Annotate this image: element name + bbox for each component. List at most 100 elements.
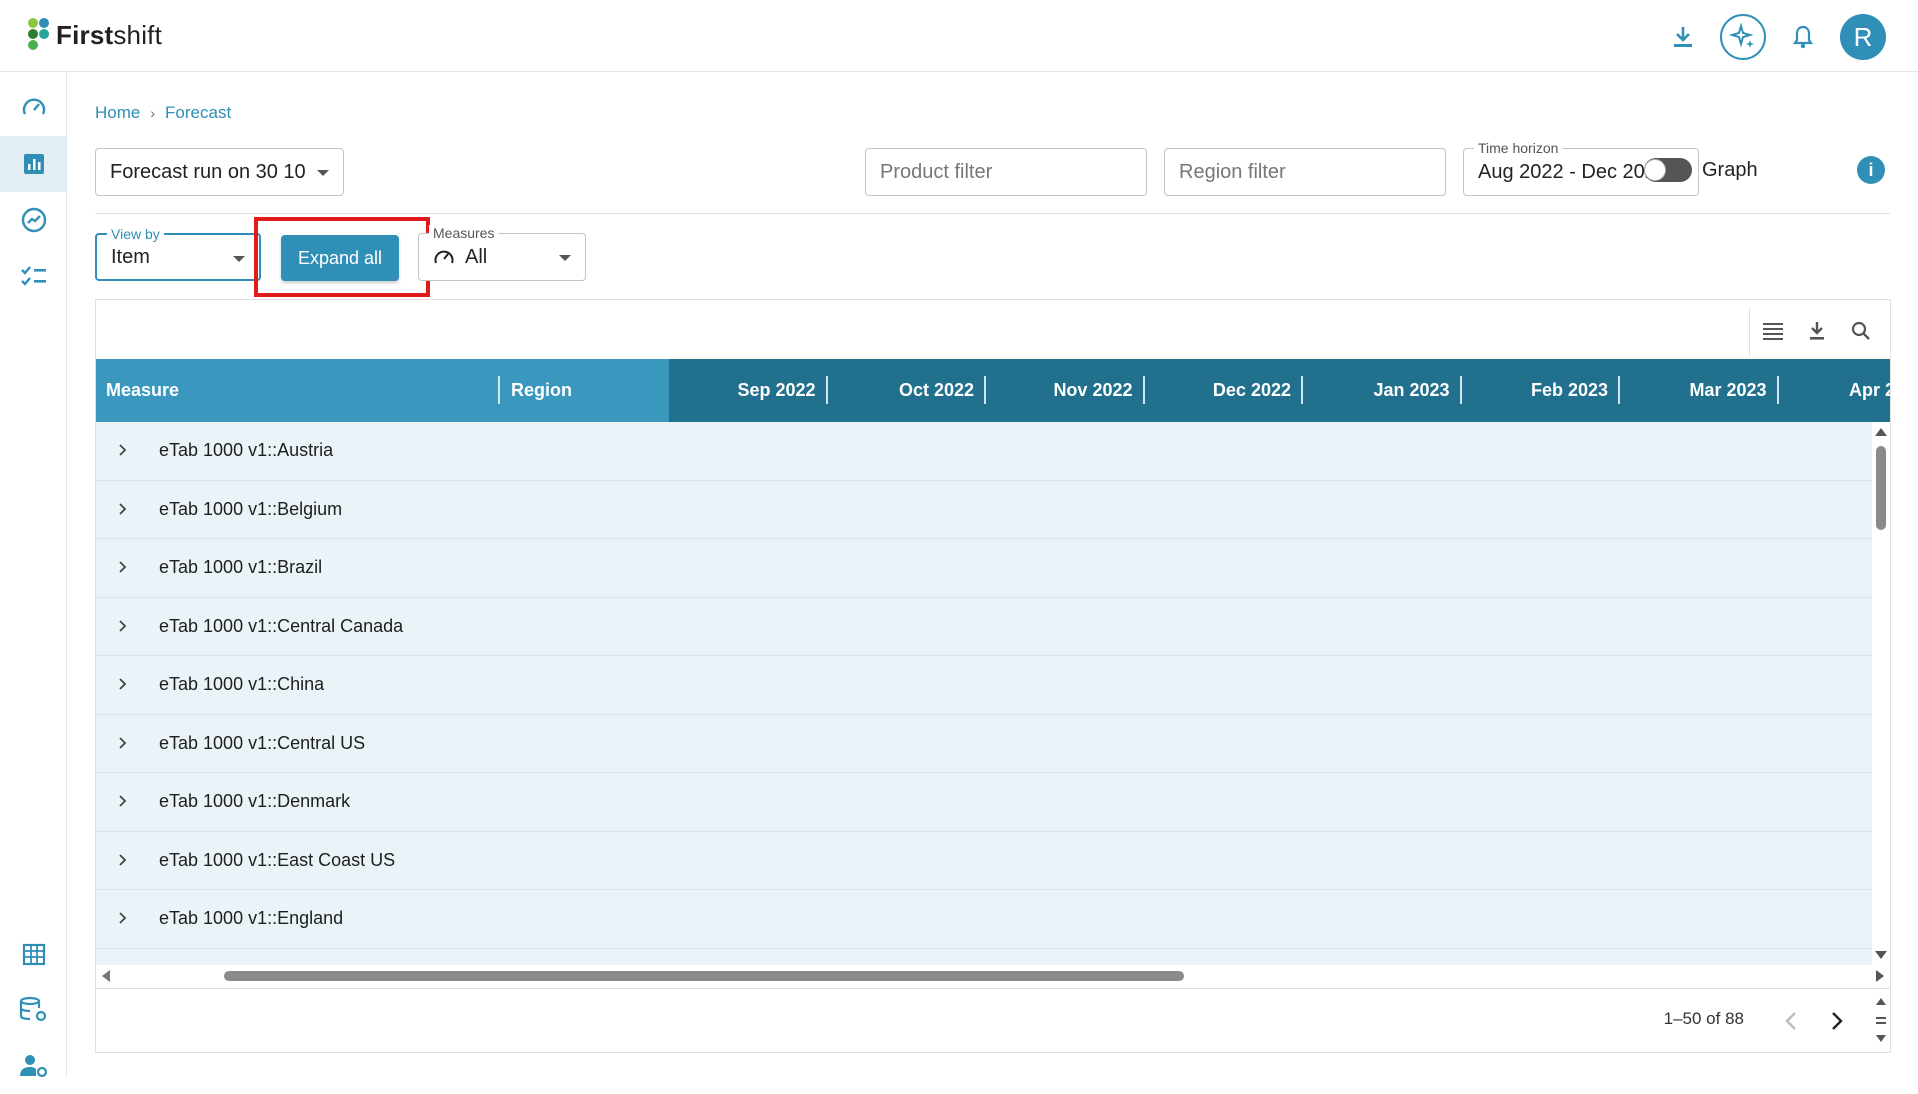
info-icon[interactable]: i bbox=[1857, 156, 1885, 184]
table-row[interactable]: eTab 1000 v1::England bbox=[96, 890, 1872, 949]
column-header-month[interactable]: Sep 2022 bbox=[681, 359, 815, 422]
column-divider bbox=[984, 376, 986, 404]
breadcrumb-home[interactable]: Home bbox=[95, 103, 140, 123]
ai-sparkle-icon[interactable] bbox=[1720, 14, 1766, 60]
table-row[interactable]: eTab 1000 v1::Belgium bbox=[96, 480, 1872, 539]
table-row[interactable]: eTab 1000 v1::Brazil bbox=[96, 539, 1872, 598]
speedometer-icon bbox=[22, 98, 45, 115]
column-divider bbox=[1301, 376, 1303, 404]
row-label: eTab 1000 v1::Belgium bbox=[159, 498, 343, 519]
column-header-measure[interactable]: Measure bbox=[106, 359, 179, 422]
vertical-scrollbar[interactable] bbox=[1872, 422, 1890, 965]
view-by-select[interactable]: View by Item bbox=[95, 226, 261, 281]
columns-menu-icon[interactable] bbox=[1758, 316, 1788, 346]
view-by-value: Item bbox=[111, 245, 150, 268]
chevron-right-icon[interactable] bbox=[118, 853, 128, 867]
pagination-range: 1–50 of 88 bbox=[1663, 1009, 1744, 1028]
graph-toggle[interactable]: Graph bbox=[1644, 158, 1758, 182]
row-label: eTab 1000 v1::Central Canada bbox=[159, 615, 404, 636]
sidebar-item-data-settings[interactable] bbox=[0, 982, 67, 1038]
row-label: eTab 1000 v1::Denmark bbox=[159, 791, 351, 812]
pager-scroll-icon[interactable] bbox=[1874, 995, 1888, 1045]
building-icon bbox=[22, 943, 45, 966]
horizontal-scrollbar[interactable] bbox=[96, 965, 1890, 987]
breadcrumb: Home › Forecast bbox=[95, 103, 231, 123]
region-filter-input[interactable]: Region filter bbox=[1164, 148, 1446, 196]
logo-mark-icon bbox=[26, 16, 52, 54]
time-horizon-label: Time horizon bbox=[1474, 140, 1563, 156]
row-label: eTab 1000 v1::China bbox=[159, 674, 325, 695]
row-label: eTab 1000 v1::England bbox=[159, 908, 344, 929]
notification-bell-icon[interactable] bbox=[1788, 22, 1818, 52]
sidebar-item-user-settings[interactable] bbox=[0, 1038, 67, 1094]
column-header-region[interactable]: Region bbox=[511, 359, 572, 422]
table-header-months: Sep 2022 Oct 2022 Nov 2022 Dec 2022 Jan 2023… bbox=[669, 359, 1890, 422]
breadcrumb-current[interactable]: Forecast bbox=[165, 103, 231, 123]
divider bbox=[95, 213, 1890, 214]
sidebar-item-analytics[interactable] bbox=[0, 192, 67, 248]
measures-select[interactable]: Measures All bbox=[418, 225, 586, 281]
table-download-icon[interactable] bbox=[1802, 316, 1832, 346]
next-page-icon[interactable] bbox=[1830, 1011, 1844, 1031]
chevron-right-icon[interactable] bbox=[118, 502, 128, 516]
column-header-month[interactable]: Mar 2023 bbox=[1632, 359, 1766, 422]
chevron-right-icon[interactable] bbox=[118, 911, 128, 925]
column-divider bbox=[498, 376, 500, 404]
top-bar: Firstshift R bbox=[0, 0, 1918, 72]
sidebar-item-dashboard[interactable] bbox=[0, 80, 67, 136]
column-header-month[interactable]: Apr 2023 bbox=[1791, 359, 1890, 422]
bar-chart-icon bbox=[23, 154, 44, 174]
sidebar-item-tasks[interactable] bbox=[0, 248, 67, 304]
chevron-right-icon[interactable] bbox=[118, 560, 128, 574]
download-icon[interactable] bbox=[1668, 22, 1698, 52]
product-filter-placeholder: Product filter bbox=[880, 160, 993, 183]
caret-down-icon bbox=[317, 170, 329, 176]
view-by-label: View by bbox=[107, 226, 164, 242]
table-search-icon[interactable] bbox=[1846, 316, 1876, 346]
prev-page-icon[interactable] bbox=[1784, 1011, 1798, 1031]
graph-toggle-switch[interactable] bbox=[1644, 158, 1692, 182]
time-horizon-value: Aug 2022 - Dec 202 bbox=[1478, 160, 1653, 183]
forecast-table: Measure Region Sep 2022 Oct 2022 Nov 2022 D… bbox=[95, 299, 1891, 1053]
chevron-right-icon[interactable] bbox=[118, 443, 128, 457]
product-filter-input[interactable]: Product filter bbox=[865, 148, 1147, 196]
column-divider bbox=[1776, 376, 1779, 404]
table-row[interactable]: eTab 1000 v1::Central Canada bbox=[96, 597, 1872, 656]
table-row[interactable]: eTab 1000 v1::East Coast US bbox=[96, 831, 1872, 890]
brand-bold: First bbox=[56, 19, 114, 50]
database-gear-icon bbox=[19, 996, 46, 1022]
column-header-month[interactable]: Jan 2023 bbox=[1315, 359, 1449, 422]
brand-light: shift bbox=[113, 19, 163, 50]
column-header-month[interactable]: Oct 2022 bbox=[840, 359, 974, 422]
forecast-run-select[interactable]: Forecast run on 30 10 bbox=[95, 148, 344, 196]
row-label: eTab 1000 v1::Central US bbox=[159, 732, 366, 753]
table-header: Measure Region Sep 2022 Oct 2022 Nov 2022 D… bbox=[96, 359, 1890, 422]
user-avatar[interactable]: R bbox=[1840, 14, 1886, 60]
measures-value: All bbox=[465, 245, 488, 268]
column-header-month[interactable]: Nov 2022 bbox=[998, 359, 1132, 422]
chevron-right-icon[interactable] bbox=[118, 619, 128, 633]
row-label: eTab 1000 v1::Austria bbox=[159, 440, 334, 461]
table-row[interactable]: eTab 1000 v1::Denmark bbox=[96, 773, 1872, 832]
main-content: Home › Forecast Forecast run on 30 10 Pr… bbox=[68, 72, 1918, 1078]
forecast-run-value: Forecast run on 30 10 bbox=[110, 160, 306, 183]
breadcrumb-separator-icon: › bbox=[150, 105, 156, 121]
table-row[interactable]: eTab 1000 v1::Austria bbox=[96, 422, 1872, 481]
firstshift-logo[interactable]: Firstshift bbox=[26, 16, 162, 54]
trend-circle-icon bbox=[21, 207, 46, 233]
sidebar-item-organization[interactable] bbox=[0, 926, 67, 982]
highlight-box bbox=[254, 217, 430, 297]
table-toolbar bbox=[1758, 316, 1876, 346]
chevron-right-icon[interactable] bbox=[118, 794, 128, 808]
pagination-bar: 1–50 of 88 bbox=[96, 988, 1890, 1052]
table-row[interactable]: eTab 1000 v1::China bbox=[96, 656, 1872, 715]
column-header-month[interactable]: Dec 2022 bbox=[1157, 359, 1291, 422]
sidebar-item-forecast[interactable] bbox=[0, 136, 67, 192]
table-row[interactable]: eTab 1000 v1::France bbox=[96, 948, 1872, 965]
column-header-month[interactable]: Feb 2023 bbox=[1474, 359, 1608, 422]
table-header-fixed: Measure Region bbox=[96, 359, 669, 422]
chevron-right-icon[interactable] bbox=[118, 677, 128, 691]
column-divider bbox=[1459, 376, 1462, 404]
table-row[interactable]: eTab 1000 v1::Central US bbox=[96, 714, 1872, 773]
chevron-right-icon[interactable] bbox=[118, 736, 128, 750]
